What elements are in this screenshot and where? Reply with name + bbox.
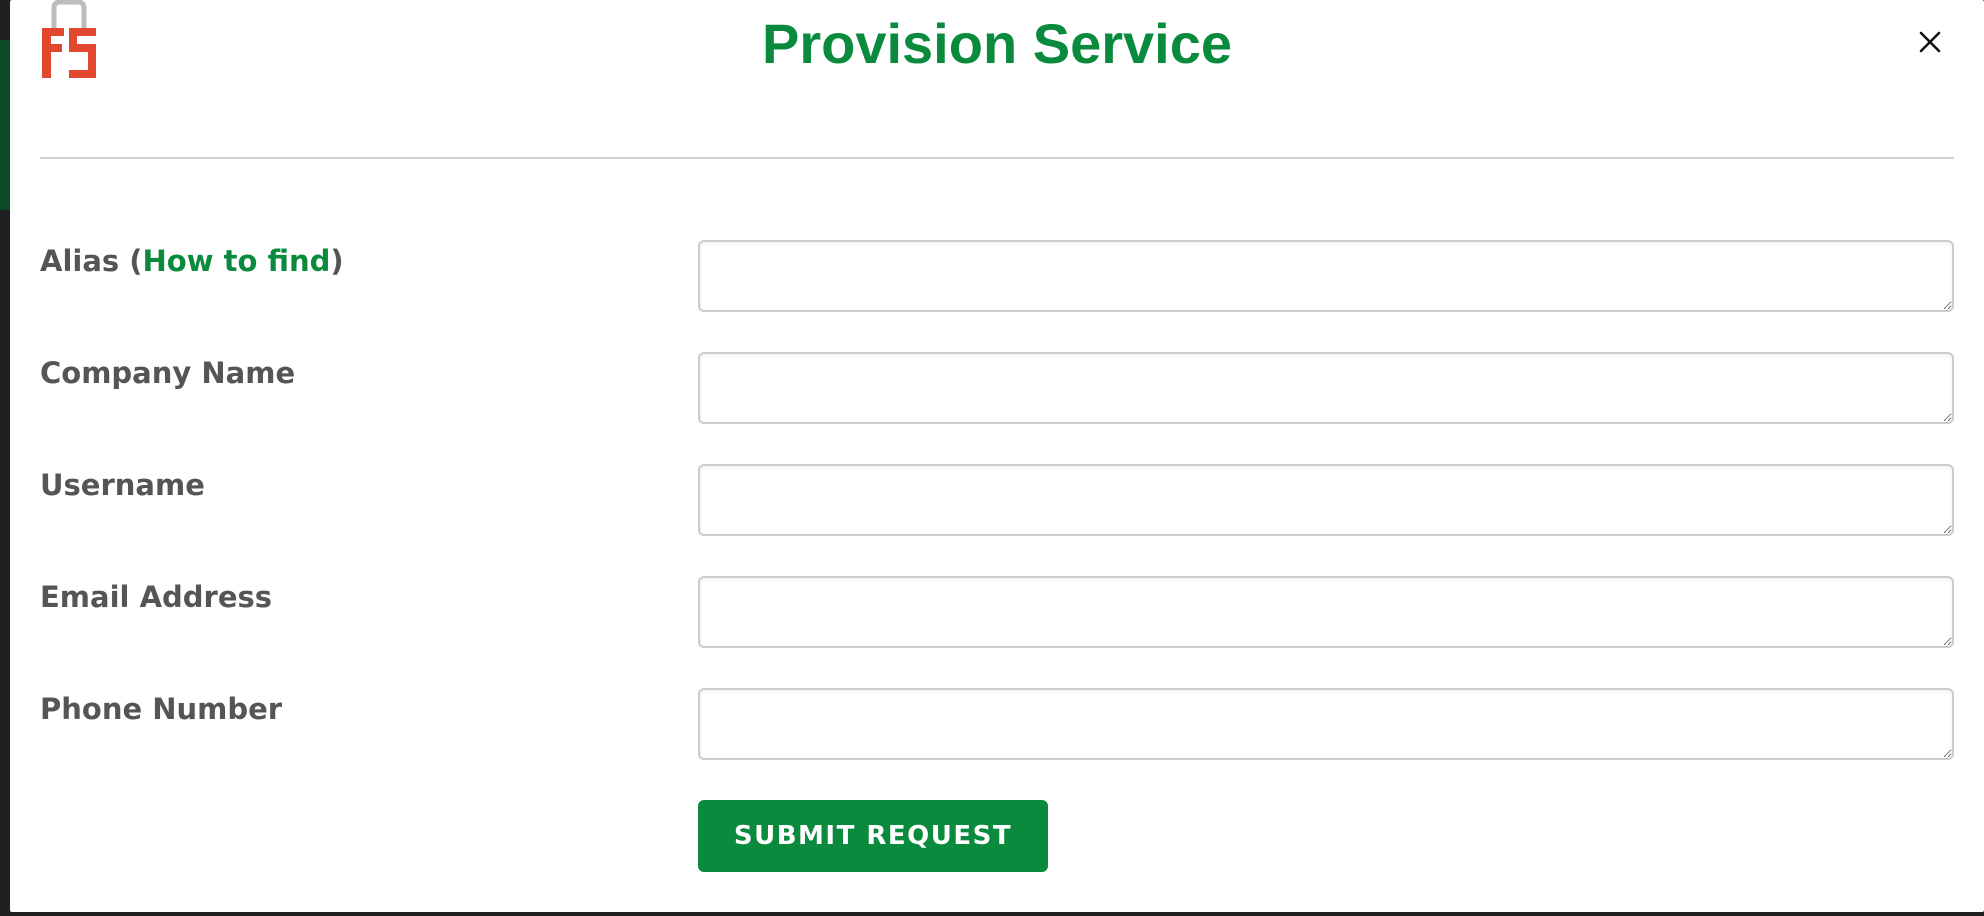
submit-request-button[interactable]: SUBMIT REQUEST bbox=[698, 800, 1048, 872]
username-field[interactable] bbox=[698, 464, 1954, 536]
email-address-label: Email Address bbox=[40, 580, 273, 614]
username-label: Username bbox=[40, 468, 205, 502]
alias-label: Alias (How to find) bbox=[40, 244, 344, 278]
phone-number-label: Phone Number bbox=[40, 692, 283, 726]
form-row-company-name: Company Name bbox=[40, 352, 1964, 424]
close-icon bbox=[1919, 31, 1941, 53]
provision-service-modal: Provision Service Alias (How to find) Co… bbox=[10, 0, 1984, 912]
alias-label-suffix: ) bbox=[330, 244, 344, 278]
form-row-alias: Alias (How to find) bbox=[40, 240, 1964, 312]
form-row-phone-number: Phone Number bbox=[40, 688, 1964, 760]
company-name-field[interactable] bbox=[698, 352, 1954, 424]
company-name-label: Company Name bbox=[40, 356, 296, 390]
alias-label-prefix: Alias ( bbox=[40, 244, 143, 278]
email-address-field[interactable] bbox=[698, 576, 1954, 648]
form-row-username: Username bbox=[40, 464, 1964, 536]
header-divider bbox=[40, 157, 1954, 159]
alias-field[interactable] bbox=[698, 240, 1954, 312]
form-row-email-address: Email Address bbox=[40, 576, 1964, 648]
modal-title: Provision Service bbox=[761, 12, 1232, 75]
phone-number-field[interactable] bbox=[698, 688, 1954, 760]
close-button[interactable] bbox=[1912, 24, 1948, 60]
how-to-find-link[interactable]: How to find bbox=[143, 244, 331, 278]
